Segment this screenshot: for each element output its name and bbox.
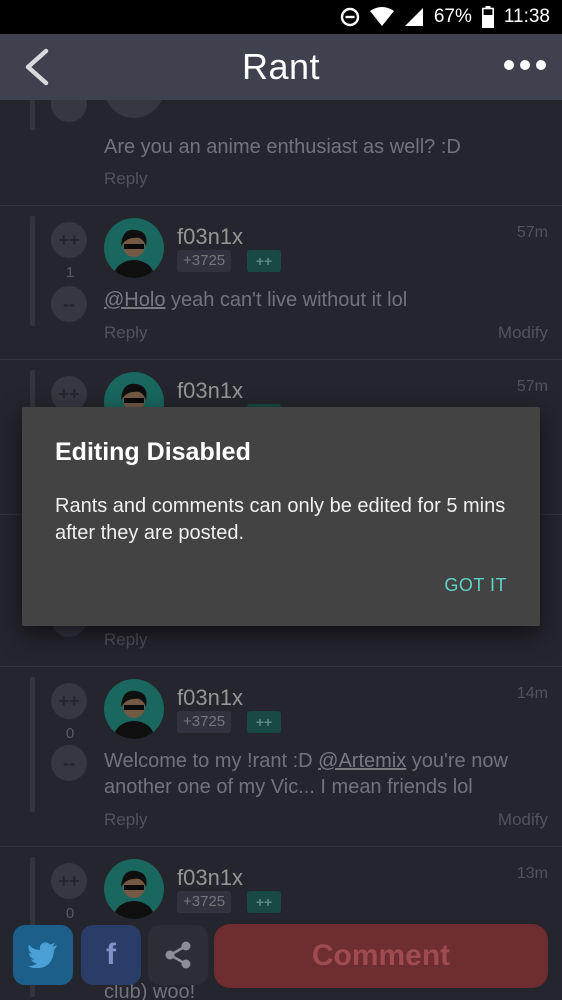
- twitter-icon: [28, 942, 57, 968]
- dialog-title: Editing Disabled: [55, 438, 251, 466]
- battery-icon: [481, 6, 494, 28]
- back-button[interactable]: [20, 48, 56, 86]
- signal-icon: [404, 7, 424, 27]
- dot-icon: [504, 60, 514, 70]
- page-title: Rant: [241, 46, 321, 87]
- comment-button[interactable]: Comment: [214, 924, 548, 988]
- share-twitter-button[interactable]: [13, 925, 73, 985]
- battery-percent: 67%: [433, 6, 472, 27]
- share-icon: [165, 941, 191, 969]
- facebook-icon: f: [106, 938, 116, 971]
- dot-icon: [536, 60, 546, 70]
- share-button[interactable]: [148, 925, 208, 985]
- clock: 11:38: [503, 6, 550, 27]
- dot-icon: [520, 60, 530, 70]
- share-facebook-button[interactable]: f: [81, 925, 141, 985]
- do-not-disturb-icon: [340, 7, 360, 27]
- chevron-left-icon: [25, 48, 49, 86]
- wifi-icon: [369, 7, 394, 27]
- app-bar: Rant: [0, 34, 562, 100]
- dialog-message: Rants and comments can only be edited fo…: [55, 495, 506, 544]
- more-options-button[interactable]: [504, 60, 546, 70]
- status-bar: 67% 11:38: [0, 0, 562, 34]
- got-it-button[interactable]: GOT IT: [444, 575, 507, 596]
- editing-disabled-dialog: Editing Disabled Rants and comments can …: [22, 407, 540, 626]
